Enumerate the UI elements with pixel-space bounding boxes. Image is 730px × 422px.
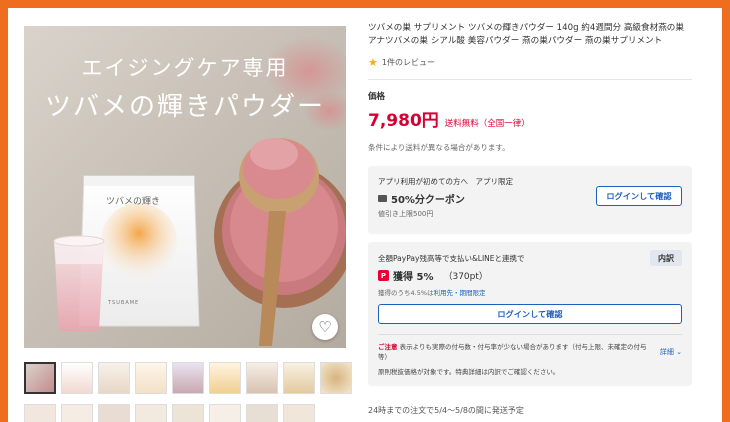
thumbnail[interactable] bbox=[24, 404, 56, 422]
coupon-eligibility: アプリ利用が初めての方へ アプリ限定 bbox=[378, 177, 513, 186]
thumbnail-strip bbox=[24, 362, 354, 422]
shipping-free: 送料無料（全国一律） bbox=[444, 119, 530, 129]
points-login-button[interactable]: ログインして確認 bbox=[378, 304, 682, 324]
thumbnail[interactable] bbox=[135, 362, 167, 394]
thumbnail[interactable] bbox=[135, 404, 167, 422]
thumbnail[interactable] bbox=[98, 404, 130, 422]
points-condition: 全額PayPay残高等で支払い&LINEと連携で bbox=[378, 254, 525, 263]
points-sub-prefix: 獲得のうち4.5%は bbox=[378, 289, 434, 297]
coupon-title: 50%分クーポン bbox=[391, 195, 465, 206]
page-frame: エイジングケア専用 ツバメの輝きパウダー ツバメの輝き TSUBAME ♡ ツバ… bbox=[8, 8, 722, 422]
detail-label: 詳細 bbox=[659, 348, 674, 356]
price-row: 7,980円 送料無料（全国一律） bbox=[368, 106, 692, 131]
thumbnail[interactable] bbox=[61, 404, 93, 422]
points-box: 全額PayPay残高等で支払い&LINEと連携で 内訳 P 獲得 5% （370… bbox=[368, 242, 692, 386]
main-product-image[interactable]: エイジングケア専用 ツバメの輝きパウダー ツバメの輝き TSUBAME ♡ bbox=[24, 26, 346, 348]
price-value: 7,980円 bbox=[368, 111, 439, 131]
pouch-brand: TSUBAME bbox=[108, 300, 140, 306]
thumbnail[interactable] bbox=[172, 362, 204, 394]
divider bbox=[368, 79, 692, 80]
star-icon: ★ bbox=[368, 56, 378, 69]
thumbnail[interactable] bbox=[24, 362, 56, 394]
thumbnail[interactable] bbox=[246, 404, 278, 422]
tax-note: 原則税抜価格が対象です。特典詳細は内訳でご確認ください。 bbox=[378, 368, 560, 376]
shipping-note: 条件により送料が異なる場合があります。 bbox=[368, 143, 510, 152]
hero-title-line2: ツバメの輝きパウダー bbox=[44, 92, 325, 122]
thumbnail[interactable] bbox=[98, 362, 130, 394]
review-link[interactable]: 1件のレビュー bbox=[382, 57, 435, 68]
paypay-icon: P bbox=[378, 270, 389, 281]
heart-icon: ♡ bbox=[318, 318, 332, 336]
thumbnail[interactable] bbox=[283, 362, 315, 394]
coupon-ticket-icon bbox=[378, 195, 387, 202]
points-earn-amount: （370pt） bbox=[443, 272, 488, 282]
product-title: ツバメの巣 サプリメント ツバメの輝きパウダー 140g 約4週間分 高級食材燕… bbox=[368, 23, 684, 46]
product-info: ツバメの巣 サプリメント ツバメの輝きパウダー 140g 約4週間分 高級食材燕… bbox=[368, 22, 692, 153]
points-sub-note: 獲得のうち4.5%は利用先・期間限定 bbox=[378, 287, 486, 297]
caution-note: ご注意 表示よりも実際の付与数・付与率が少ない場合があります（付与上限、未確定の… bbox=[378, 342, 648, 362]
thumbnail[interactable] bbox=[320, 362, 352, 394]
price-label: 価格 bbox=[368, 92, 386, 102]
coupon-title-row: 50%分クーポン bbox=[378, 191, 465, 206]
favorite-button[interactable]: ♡ bbox=[312, 314, 338, 340]
caution-text: 表示よりも実際の付与数・付与率が少ない場合があります（付与上限、未確定の付与等） bbox=[378, 343, 647, 361]
points-earn-row: P 獲得 5% （370pt） bbox=[378, 268, 488, 283]
detail-toggle[interactable]: 詳細 ⌄ bbox=[660, 347, 682, 357]
breakdown-button[interactable]: 内訳 bbox=[650, 250, 682, 266]
points-earn-rate: 獲得 5% bbox=[393, 272, 434, 283]
coupon-limit: 値引き上限500円 bbox=[378, 210, 434, 218]
thumbnail[interactable] bbox=[209, 362, 241, 394]
review-summary[interactable]: ★ 1件のレビュー bbox=[368, 56, 692, 69]
points-limited-link[interactable]: 利用先・期間限定 bbox=[434, 289, 486, 297]
coupon-box: アプリ利用が初めての方へ アプリ限定 50%分クーポン 値引き上限500円 ログ… bbox=[368, 166, 692, 234]
caution-label: ご注意 bbox=[378, 343, 398, 351]
thumbnail[interactable] bbox=[283, 404, 315, 422]
chevron-down-icon: ⌄ bbox=[676, 348, 682, 356]
thumbnail[interactable] bbox=[172, 404, 204, 422]
coupon-login-button[interactable]: ログインして確認 bbox=[596, 186, 682, 206]
thumbnail[interactable] bbox=[61, 362, 93, 394]
thumbnail[interactable] bbox=[209, 404, 241, 422]
pouch-title: ツバメの輝き bbox=[106, 197, 161, 207]
hero-title-line1: エイジングケア専用 bbox=[81, 56, 289, 80]
thumbnail[interactable] bbox=[246, 362, 278, 394]
delivery-estimate: 24時までの注文で5/4〜5/8の間に発送予定 bbox=[368, 406, 524, 415]
divider bbox=[378, 334, 682, 335]
